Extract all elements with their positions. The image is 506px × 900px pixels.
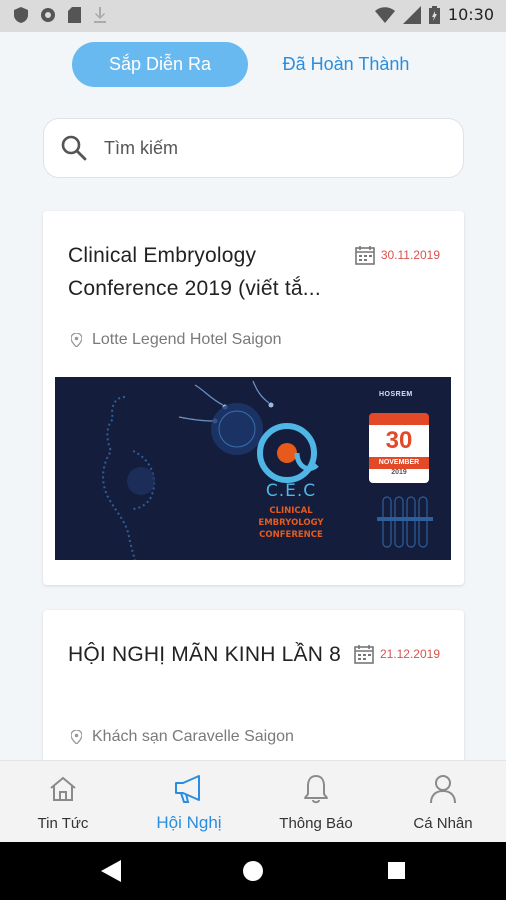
location-pin-icon [71, 730, 82, 744]
nav-profile[interactable]: Cá Nhân [380, 761, 506, 843]
conference-date: 21.12.2019 [354, 644, 440, 664]
recent-apps-button[interactable] [388, 862, 405, 879]
search-bar[interactable] [43, 118, 464, 178]
megaphone-icon [175, 775, 200, 803]
tab-upcoming[interactable]: Sắp Diễn Ra [72, 42, 248, 87]
search-icon [61, 135, 87, 161]
back-icon[interactable] [101, 860, 121, 882]
user-icon [430, 775, 456, 804]
conference-location: Lotte Legend Hotel Saigon [71, 331, 281, 349]
download-icon [94, 7, 106, 23]
conference-card[interactable]: Clinical Embryology Conference 2019 (viế… [43, 211, 464, 585]
banner-subtitle: CLINICAL EMBRYOLOGY CONFERENCE [258, 506, 324, 540]
calendar-icon [355, 246, 375, 265]
nav-notifications[interactable]: Thông Báo [253, 761, 379, 843]
signal-icon [402, 5, 421, 24]
search-input[interactable] [104, 137, 424, 159]
conference-title: HỘI NGHỊ MÃN KINH LẦN 8 [68, 643, 341, 666]
hosrem-logo: HOSREM [379, 391, 413, 398]
calendar-icon [354, 645, 374, 664]
home-icon [50, 776, 76, 801]
conference-location: Khách sạn Caravelle Saigon [71, 728, 294, 746]
circle-notification-icon [41, 8, 55, 22]
sd-card-icon [68, 7, 81, 23]
battery-icon [428, 5, 440, 24]
location-pin-icon [71, 333, 82, 347]
wifi-icon [374, 6, 395, 23]
banner-calendar: 30 NOVEMBER 2019 [369, 413, 429, 483]
conference-banner: HOSREM 30 NOVEMBER 2019 C.E.C CLINICAL E… [55, 377, 451, 560]
status-bar: 10:30 [0, 0, 506, 32]
bell-icon [304, 775, 328, 804]
conference-title: Clinical Embryology Conference 2019 (viế… [68, 244, 321, 300]
conference-status-tabs: Sắp Diễn Ra Đã Hoàn Thành [0, 42, 506, 88]
nav-conferences[interactable]: Hội Nghị [126, 761, 252, 843]
clock: 10:30 [447, 5, 494, 24]
shield-icon [14, 7, 28, 23]
banner-acronym: C.E.C [265, 481, 317, 501]
system-navigation-bar [0, 842, 506, 900]
nav-news[interactable]: Tin Tức [0, 761, 126, 843]
bottom-navigation: Tin Tức Hội Nghị Thông Báo Cá Nhân [0, 760, 506, 842]
conference-date: 30.11.2019 [355, 245, 440, 265]
home-button[interactable] [243, 861, 263, 881]
tab-completed[interactable]: Đã Hoàn Thành [262, 42, 430, 87]
